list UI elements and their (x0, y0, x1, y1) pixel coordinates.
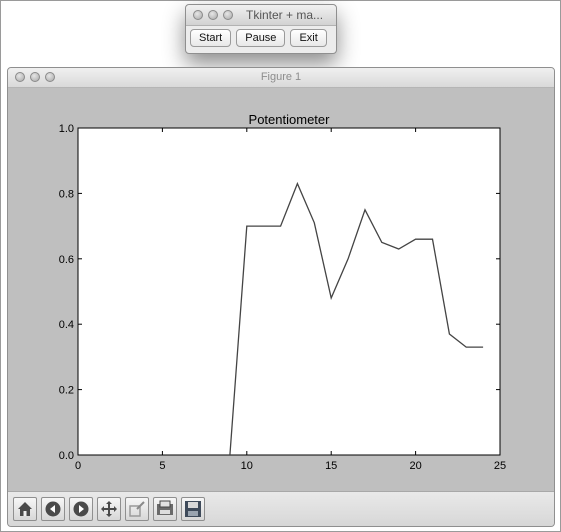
x-tick-label: 5 (159, 460, 165, 472)
back-button[interactable] (41, 497, 65, 521)
control-window-title: Tkinter + ma... (246, 8, 324, 22)
x-tick-label: 10 (241, 460, 253, 472)
home-icon (18, 502, 32, 516)
zoom-button[interactable] (125, 497, 149, 521)
control-window: Tkinter + ma... Start Pause Exit (185, 4, 337, 54)
x-tick-label: 0 (75, 460, 81, 472)
back-arrow-icon (45, 501, 61, 517)
subplots-configure-icon (157, 500, 173, 515)
y-tick-label: 0.6 (59, 254, 74, 266)
forward-button[interactable] (69, 497, 93, 521)
y-tick-label: 0.8 (59, 188, 74, 200)
pause-button[interactable]: Pause (236, 29, 286, 47)
x-tick-label: 20 (409, 460, 421, 472)
forward-arrow-icon (73, 501, 89, 517)
subplots-button[interactable] (153, 497, 177, 521)
exit-button[interactable]: Exit (290, 29, 327, 47)
axes-background (77, 127, 501, 456)
y-tick-label: 0.0 (59, 450, 74, 462)
plot-canvas[interactable]: Potentiometer 0 5 10 15 20 25 0.0 0.2 0.4 0.6 0.8 1… (8, 68, 554, 492)
figure-window: Figure 1 Potentiometer 0 5 10 15 20 25 0.0 0.2 0… (7, 67, 555, 527)
close-window-icon[interactable] (193, 10, 203, 20)
save-figure-icon (185, 501, 201, 517)
pan-move-icon (101, 501, 117, 517)
home-button[interactable] (13, 497, 37, 521)
y-tick-label: 0.2 (59, 385, 74, 397)
y-tick-label: 0.4 (59, 319, 74, 331)
x-tick-label: 15 (325, 460, 337, 472)
figure-toolbar (8, 491, 554, 526)
y-tick-label: 1.0 (59, 123, 74, 135)
zoom-to-rect-icon (129, 501, 145, 517)
pan-button[interactable] (97, 497, 121, 521)
zoom-window-icon[interactable] (223, 10, 233, 20)
start-button[interactable]: Start (190, 29, 232, 47)
save-button[interactable] (181, 497, 205, 521)
control-window-titlebar[interactable]: Tkinter + ma... (186, 5, 336, 26)
chart-title: Potentiometer (249, 112, 331, 127)
x-tick-label: 25 (494, 460, 506, 472)
minimize-window-icon[interactable] (208, 10, 218, 20)
